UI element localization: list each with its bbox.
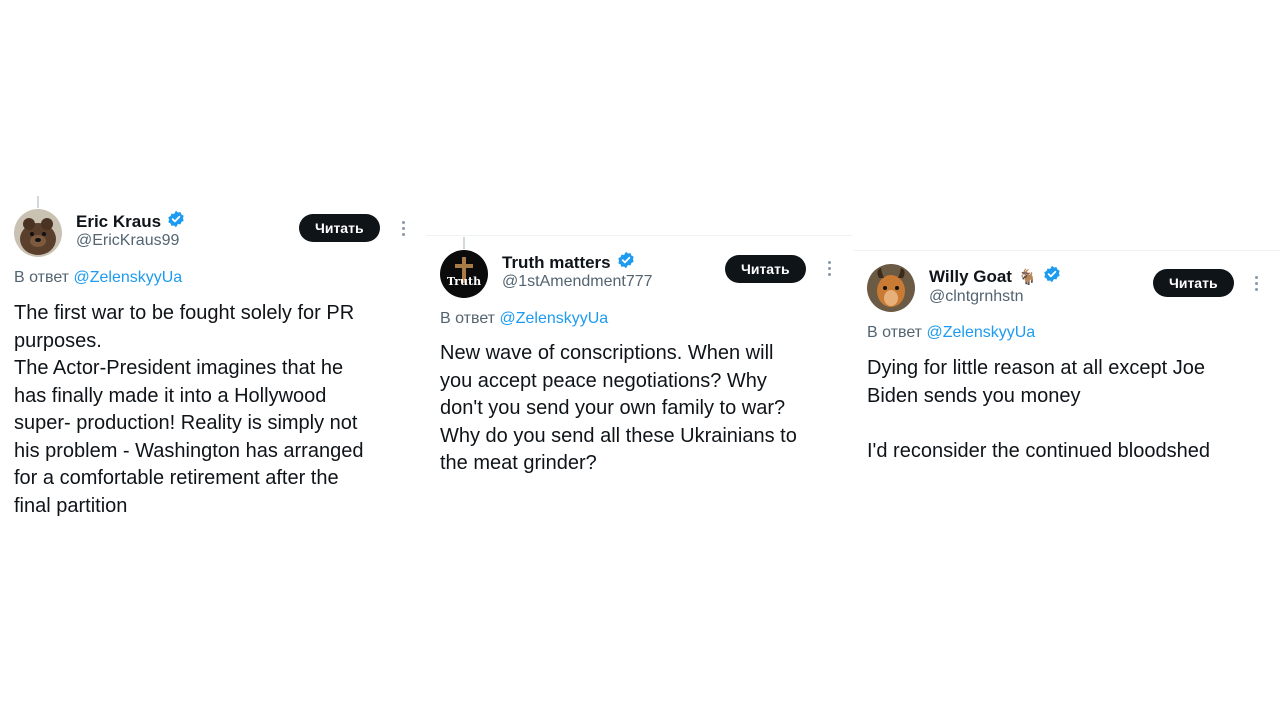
follow-button[interactable]: Читать: [299, 214, 380, 242]
tweet-text: Dying for little reason at all except Jo…: [867, 357, 1210, 462]
avatar[interactable]: [867, 264, 915, 312]
display-name[interactable]: Truth matters: [502, 253, 611, 273]
display-name[interactable]: Eric Kraus: [76, 212, 161, 232]
avatar-text: Truth: [447, 275, 481, 288]
reply-context: В ответ @ZelenskyyUa: [867, 324, 1035, 342]
avatar[interactable]: Truth: [440, 250, 488, 298]
tweet-text: The first war to be fought solely for PR…: [14, 302, 364, 517]
tweet-text: New wave of conscriptions. When will you…: [440, 342, 797, 474]
avatar[interactable]: [14, 209, 62, 257]
verified-badge-icon: [617, 251, 635, 274]
user-handle[interactable]: @EricKraus99: [76, 232, 179, 250]
divider: [426, 235, 852, 236]
reply-mention-link[interactable]: @ZelenskyyUa: [73, 269, 182, 286]
verified-badge-icon: [167, 210, 185, 233]
more-options-icon[interactable]: [396, 218, 410, 238]
tweet-card[interactable]: Willy Goat 🐐 @clntgrnhstn Читать В ответ…: [853, 0, 1280, 719]
user-name-row: Eric Kraus: [76, 210, 185, 233]
more-options-icon[interactable]: [1249, 273, 1263, 293]
reply-context: В ответ @ZelenskyyUa: [14, 269, 182, 287]
reply-context: В ответ @ZelenskyyUa: [440, 310, 608, 328]
reply-mention-link[interactable]: @ZelenskyyUa: [499, 310, 608, 327]
goat-emoji: 🐐: [1017, 268, 1037, 286]
thread-line: [463, 237, 465, 249]
user-name-row: Willy Goat 🐐: [929, 265, 1061, 288]
reply-prefix: В ответ: [440, 310, 496, 327]
more-options-icon[interactable]: [822, 258, 836, 278]
reply-mention-link[interactable]: @ZelenskyyUa: [926, 324, 1035, 341]
divider: [853, 250, 1280, 251]
thread-line: [37, 196, 39, 208]
user-name-row: Truth matters: [502, 251, 635, 274]
follow-button[interactable]: Читать: [725, 255, 806, 283]
verified-badge-icon: [1043, 265, 1061, 288]
reply-prefix: В ответ: [867, 324, 923, 341]
user-handle[interactable]: @clntgrnhstn: [929, 288, 1024, 306]
tweet-card[interactable]: Truth Truth matters @1stAmendment777 Чит…: [426, 0, 852, 719]
reply-prefix: В ответ: [14, 269, 70, 286]
display-name[interactable]: Willy Goat: [929, 267, 1012, 287]
follow-button[interactable]: Читать: [1153, 269, 1234, 297]
tweet-card[interactable]: Eric Kraus @EricKraus99 Читать В ответ @…: [0, 0, 420, 719]
user-handle[interactable]: @1stAmendment777: [502, 273, 653, 291]
